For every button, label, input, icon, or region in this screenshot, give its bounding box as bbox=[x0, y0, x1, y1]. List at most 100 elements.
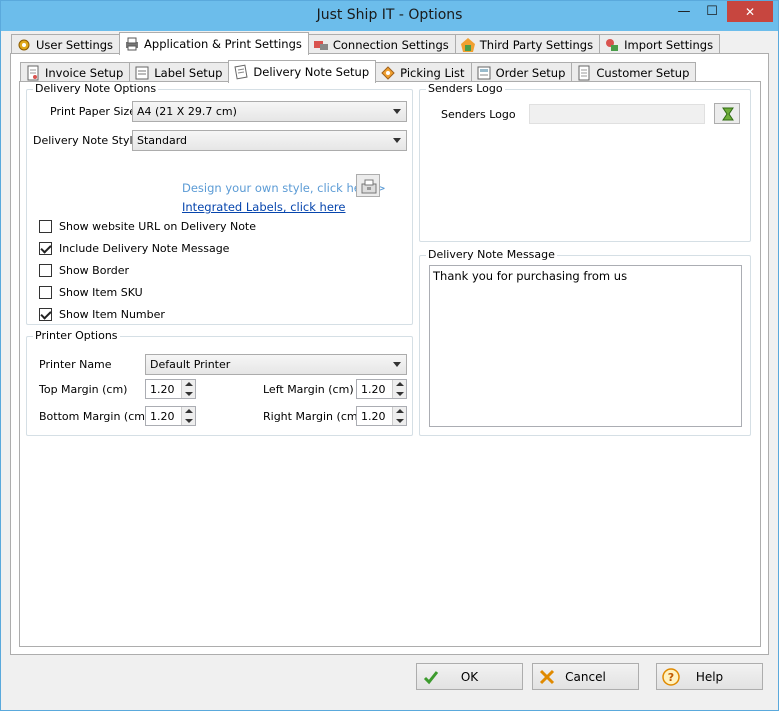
sub-tab-row: Invoice Setup Label Setup Delivery Note … bbox=[20, 60, 697, 83]
minimize-button[interactable]: — bbox=[670, 1, 698, 22]
customer-icon bbox=[576, 65, 592, 81]
options-window: Just Ship IT - Options — ☐ ✕ User Settin… bbox=[0, 0, 779, 711]
right-margin-stepper[interactable]: 1.20 bbox=[356, 406, 407, 426]
checkbox-box[interactable] bbox=[39, 220, 52, 233]
close-button[interactable]: ✕ bbox=[727, 1, 773, 22]
connection-icon bbox=[313, 37, 329, 53]
checkbox-box[interactable] bbox=[39, 308, 52, 321]
stepper-buttons[interactable] bbox=[181, 407, 195, 425]
right-margin-label: Right Margin (cm) bbox=[263, 410, 362, 423]
stepper-buttons[interactable] bbox=[392, 407, 406, 425]
browse-logo-button[interactable] bbox=[714, 103, 740, 124]
paper-size-value: A4 (21 X 29.7 cm) bbox=[137, 105, 237, 118]
users-gear-icon bbox=[16, 37, 32, 53]
top-margin-stepper[interactable]: 1.20 bbox=[145, 379, 196, 399]
tab-label: Invoice Setup bbox=[45, 65, 124, 80]
title-bar[interactable]: Just Ship IT - Options — ☐ ✕ bbox=[1, 1, 778, 31]
tab-user-settings[interactable]: User Settings bbox=[11, 34, 121, 54]
label-icon bbox=[134, 65, 150, 81]
checkbox-box[interactable] bbox=[39, 242, 52, 255]
show-item-sku-checkbox[interactable]: Show Item SKU bbox=[39, 286, 143, 299]
maximize-button[interactable]: ☐ bbox=[698, 1, 726, 22]
group-legend: Senders Logo bbox=[426, 82, 505, 95]
printer-options-group: Printer Options Printer Name Default Pri… bbox=[26, 329, 413, 436]
chevron-down-icon bbox=[393, 362, 401, 367]
checkbox-label: Show Item SKU bbox=[59, 286, 143, 299]
ok-button[interactable]: OK bbox=[416, 663, 523, 690]
delivery-note-panel: Delivery Note Options Print Paper Size A… bbox=[19, 81, 761, 647]
design-style-button[interactable] bbox=[356, 174, 380, 197]
cancel-label: Cancel bbox=[565, 669, 606, 684]
printer-name-value: Default Printer bbox=[150, 358, 231, 371]
chevron-down-icon bbox=[393, 109, 401, 114]
checkbox-label: Show website URL on Delivery Note bbox=[59, 220, 257, 233]
checkbox-label: Show Item Number bbox=[59, 308, 165, 321]
bottom-margin-stepper[interactable]: 1.20 bbox=[145, 406, 196, 426]
group-legend: Delivery Note Options bbox=[33, 82, 159, 95]
senders-logo-label: Senders Logo bbox=[441, 108, 516, 121]
tab-delivery-note-setup[interactable]: Delivery Note Setup bbox=[228, 60, 377, 83]
tab-label: Import Settings bbox=[624, 37, 714, 52]
tab-third-party-settings[interactable]: Third Party Settings bbox=[454, 34, 601, 54]
import-icon bbox=[604, 37, 620, 53]
checkbox-box[interactable] bbox=[39, 264, 52, 277]
group-legend: Printer Options bbox=[33, 329, 120, 342]
printer-icon bbox=[124, 36, 140, 52]
picking-list-icon bbox=[380, 65, 396, 81]
tab-connection-settings[interactable]: Connection Settings bbox=[307, 34, 456, 54]
delivery-message-group: Delivery Note Message Thank you for purc… bbox=[419, 248, 751, 436]
delivery-message-textarea[interactable]: Thank you for purchasing from us bbox=[429, 265, 742, 427]
tab-invoice-setup[interactable]: Invoice Setup bbox=[20, 62, 131, 82]
include-message-checkbox[interactable]: Include Delivery Note Message bbox=[39, 242, 229, 255]
show-website-url-checkbox[interactable]: Show website URL on Delivery Note bbox=[39, 220, 256, 233]
stepper-buttons[interactable] bbox=[181, 380, 195, 398]
invoice-icon bbox=[25, 65, 41, 81]
browse-icon bbox=[720, 106, 736, 125]
style-select[interactable]: Standard bbox=[132, 130, 407, 151]
top-margin-value: 1.20 bbox=[150, 383, 175, 396]
right-margin-value: 1.20 bbox=[361, 410, 386, 423]
tab-label: Third Party Settings bbox=[479, 37, 594, 52]
tab-import-settings[interactable]: Import Settings bbox=[599, 34, 721, 54]
show-border-checkbox[interactable]: Show Border bbox=[39, 264, 129, 277]
tab-label-setup[interactable]: Label Setup bbox=[129, 62, 230, 82]
printer-name-label: Printer Name bbox=[39, 358, 112, 371]
tab-label: Connection Settings bbox=[332, 37, 449, 52]
left-margin-stepper[interactable]: 1.20 bbox=[356, 379, 407, 399]
help-button[interactable]: ? Help bbox=[656, 663, 763, 690]
senders-logo-group: Senders Logo Senders Logo bbox=[419, 82, 751, 242]
designer-icon bbox=[361, 179, 377, 197]
integrated-labels-link[interactable]: Integrated Labels, click here bbox=[182, 200, 345, 214]
style-label: Delivery Note Style bbox=[33, 134, 140, 147]
top-tab-row: User Settings Application & Print Settin… bbox=[11, 32, 721, 55]
stepper-buttons[interactable] bbox=[392, 380, 406, 398]
tab-label: Order Setup bbox=[495, 65, 566, 80]
tab-label: User Settings bbox=[36, 37, 114, 52]
paper-size-select[interactable]: A4 (21 X 29.7 cm) bbox=[132, 101, 407, 122]
delivery-note-options-group: Delivery Note Options Print Paper Size A… bbox=[26, 82, 413, 325]
style-value: Standard bbox=[137, 134, 188, 147]
help-label: Help bbox=[695, 669, 724, 684]
left-margin-label: Left Margin (cm) bbox=[263, 383, 354, 396]
checkbox-box[interactable] bbox=[39, 286, 52, 299]
bottom-margin-label: Bottom Margin (cm) bbox=[39, 410, 150, 423]
tab-customer-setup[interactable]: Customer Setup bbox=[571, 62, 697, 82]
checkbox-label: Include Delivery Note Message bbox=[59, 242, 230, 255]
cancel-button[interactable]: Cancel bbox=[532, 663, 639, 690]
tab-label: Picking List bbox=[400, 65, 465, 80]
order-icon bbox=[476, 65, 492, 81]
tab-order-setup[interactable]: Order Setup bbox=[470, 62, 573, 82]
tab-picking-list[interactable]: Picking List bbox=[375, 62, 472, 82]
tab-application-print-settings[interactable]: Application & Print Settings bbox=[119, 32, 309, 55]
printer-name-select[interactable]: Default Printer bbox=[145, 354, 407, 375]
top-margin-label: Top Margin (cm) bbox=[39, 383, 128, 396]
paper-size-label: Print Paper Size bbox=[50, 105, 137, 118]
tab-label: Application & Print Settings bbox=[144, 37, 302, 51]
window-title: Just Ship IT - Options bbox=[316, 7, 463, 23]
bottom-margin-value: 1.20 bbox=[150, 410, 175, 423]
tab-label: Delivery Note Setup bbox=[253, 65, 370, 79]
third-party-icon bbox=[460, 37, 476, 53]
senders-logo-path bbox=[529, 104, 705, 124]
show-item-number-checkbox[interactable]: Show Item Number bbox=[39, 308, 165, 321]
group-legend: Delivery Note Message bbox=[426, 248, 557, 261]
